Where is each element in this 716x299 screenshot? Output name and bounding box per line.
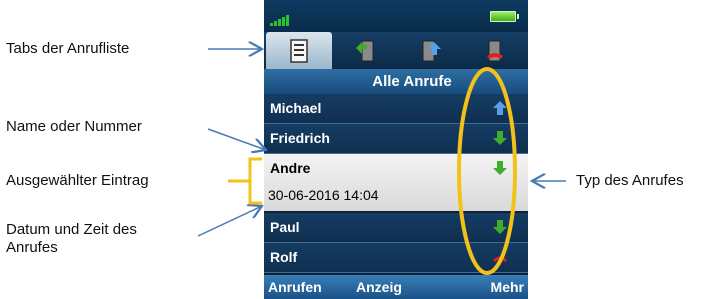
selection-bracket	[228, 157, 262, 205]
annotation-arrow	[207, 128, 266, 150]
annotation-arrow	[197, 206, 262, 237]
annotation-overlay	[197, 0, 566, 275]
call-type-highlight	[457, 67, 517, 275]
